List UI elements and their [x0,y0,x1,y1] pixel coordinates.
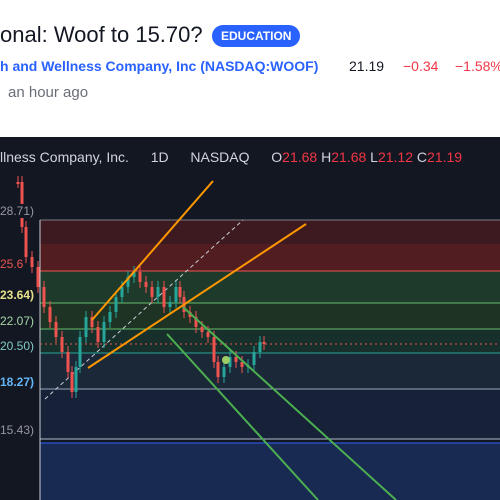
fib-label-2: 25.6 [0,257,26,271]
candle-body [108,312,112,322]
candle-body [168,302,172,307]
candle-body [36,267,40,287]
ohlc-low: L21.12 [370,149,414,165]
ohlc-close: C21.19 [416,149,463,165]
last-price: 21.19 [349,58,385,74]
candle-body [70,372,74,392]
fib-label-3: 23.64) [0,288,37,302]
legend-symbol-name: llness Company, Inc. [0,149,129,165]
candle-body [216,362,220,377]
candle-body [200,327,204,332]
candle-body [174,287,178,302]
fib-label-5: 20.50) [0,339,37,353]
candle-body [74,367,78,392]
candle-body [150,287,154,297]
candle-body [120,287,124,297]
chart-canvas[interactable] [0,137,500,500]
candle-body [178,287,182,297]
candle-body [114,297,118,312]
published-time: an hour ago [8,84,89,101]
candle-body [156,287,160,297]
candle-body [66,352,70,372]
ohlc-high: H21.68 [321,149,367,165]
candle-body [16,182,20,184]
candle-body [162,287,166,307]
candle-body [84,317,88,337]
candle-body [42,287,46,307]
candle-body [138,272,142,282]
price-change: −0.34 [403,58,439,74]
candle-body [78,337,82,367]
price-chart[interactable]: llness Company, Inc. 1D NASDAQ O21.68 H2… [0,137,500,500]
idea-header: onal: Woof to 15.70? EDUCATION h and Wel… [0,0,500,137]
candle-body [212,337,216,362]
candle-body [54,322,58,337]
fib-label-6: 18.27) [0,375,37,389]
candle-body [222,367,226,377]
candle-body [258,342,262,352]
symbol-link[interactable]: h and Wellness Company, Inc (NASDAQ:WOOF… [0,58,318,74]
candle-body [234,357,238,362]
ohlc-open: O21.68 [271,149,318,165]
fib-zone-blue-mid [40,389,500,439]
candle-body [96,327,100,342]
candle-body [262,342,266,344]
candle-body [24,227,28,257]
fib-label-4: 22.07) [0,314,37,328]
channel-point-marker[interactable] [222,356,230,364]
fib-zone-blue-low [40,443,500,500]
candle-body [144,282,148,287]
idea-title[interactable]: onal: Woof to 15.70? [0,22,203,48]
fib-zone-slate [40,353,500,389]
legend-interval[interactable]: 1D [151,149,169,165]
legend-exchange: NASDAQ [190,149,250,165]
candle-body [252,352,256,365]
candle-body [48,307,52,322]
candle-body [60,337,64,352]
candle-body [102,322,106,342]
price-change-percent: −1.58% [455,58,500,74]
candle-body [30,257,34,267]
candle-body [206,332,210,337]
chart-legend: llness Company, Inc. 1D NASDAQ O21.68 H2… [0,149,462,165]
fib-label-1: 28.71) [0,204,37,218]
fib-zone-green [40,271,500,303]
fib-label-7: 15.43) [0,423,37,437]
education-badge[interactable]: EDUCATION [212,25,301,47]
